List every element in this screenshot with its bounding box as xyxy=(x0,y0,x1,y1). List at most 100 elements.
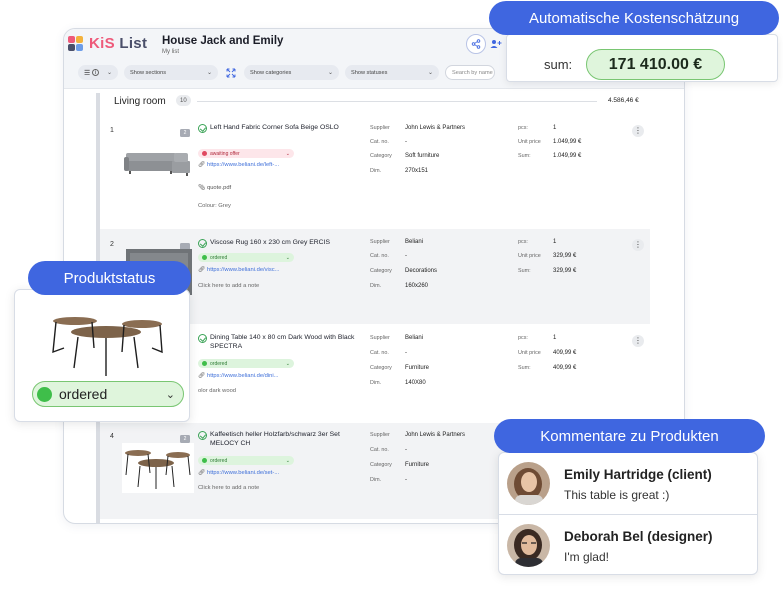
sum-label: sum: xyxy=(544,57,573,72)
supplier-value: John Lewis & Partners xyxy=(405,432,466,438)
product-link[interactable]: 🔗︎ https://www.beliani.de/set-... xyxy=(198,470,279,476)
product-name[interactable]: Left Hand Fabric Corner Sofa Beige OSLO xyxy=(198,124,358,133)
sum-value: 1.049,99 € xyxy=(553,153,582,159)
item-number: 2 xyxy=(110,241,114,248)
dim-value: - xyxy=(405,477,407,483)
logo: KiS List xyxy=(68,35,147,52)
item-note[interactable]: Colour: Grey xyxy=(198,203,231,209)
product-name-text: Dining Table 140 x 80 cm Dark Wood with … xyxy=(210,334,355,350)
product-status-dropdown[interactable]: ordered ⌄ xyxy=(32,381,184,407)
comment-item[interactable]: Deborah Bel (designer) I'm glad! xyxy=(499,514,757,574)
more-options-button[interactable]: ⋮ xyxy=(632,335,644,347)
item-note[interactable]: olor dark wood xyxy=(198,388,236,394)
logo-icon xyxy=(68,35,84,52)
pcs-label: pcs: xyxy=(518,335,528,341)
supplier-label: Supplier xyxy=(370,125,390,131)
sections-filter[interactable]: Show sections ⌄ xyxy=(124,65,218,80)
supplier-value: Beliani xyxy=(405,335,424,341)
cat-no-label: Cat. no. xyxy=(370,253,389,259)
product-status-badge: Produktstatus xyxy=(28,261,191,295)
dim-label: Dim. xyxy=(370,283,382,289)
sum-label: Sum: xyxy=(518,365,531,371)
divider xyxy=(197,101,597,102)
more-vert-icon: ⋮ xyxy=(634,336,642,345)
link-icon: 🔗︎ xyxy=(198,162,206,168)
view-toggle[interactable]: ☰ i ⌄ xyxy=(78,65,118,80)
more-options-button[interactable]: ⋮ xyxy=(632,125,644,137)
chevron-down-icon: ⌄ xyxy=(206,70,212,76)
category-value: Furniture xyxy=(405,462,430,468)
more-vert-icon: ⋮ xyxy=(634,126,642,135)
avatar-deborah-icon xyxy=(507,524,550,567)
comment-text: I'm glad! xyxy=(564,550,609,564)
chevron-down-icon: ⌄ xyxy=(285,360,290,367)
category-value: Soft furniture xyxy=(405,153,440,159)
category-value: Furniture xyxy=(405,365,430,371)
search-input[interactable]: Search by name xyxy=(445,65,495,80)
status-dropdown[interactable]: awaiting offer ⌄ xyxy=(198,149,294,158)
link-icon: 🔗︎ xyxy=(198,470,206,476)
unit-price-label: Unit price xyxy=(518,350,541,356)
add-user-button[interactable] xyxy=(486,34,506,54)
product-status-card: ordered ⌄ xyxy=(14,289,190,422)
categories-filter[interactable]: Show categories ⌄ xyxy=(244,65,339,80)
unit-price-value: 409,99 € xyxy=(553,350,577,356)
product-name-text: Viscose Rug 160 x 230 cm Grey ERCIS xyxy=(210,239,331,246)
product-name-text: Left Hand Fabric Corner Sofa Beige OSLO xyxy=(210,124,339,131)
comment-author: Deborah Bel (designer) xyxy=(564,529,713,544)
status-dropdown[interactable]: ordered ⌄ xyxy=(198,456,294,465)
avatar xyxy=(507,462,550,505)
comment-count-badge[interactable]: 2 xyxy=(180,435,190,443)
status-dropdown[interactable]: ordered ⌄ xyxy=(198,359,294,368)
chevron-down-icon: ⌄ xyxy=(106,70,112,76)
dim-value: 140X80 xyxy=(405,380,426,386)
dim-label: Dim. xyxy=(370,168,382,174)
search-placeholder: Search by name xyxy=(452,69,493,76)
item-note[interactable]: Click here to add a note xyxy=(198,485,259,491)
status-label: ordered xyxy=(210,457,228,464)
info-icon: i xyxy=(92,69,100,76)
status-dot-icon xyxy=(202,254,207,260)
more-options-button[interactable]: ⋮ xyxy=(632,239,644,251)
product-link[interactable]: 🔗︎ https://www.beliani.de/dini... xyxy=(198,373,279,379)
chevron-down-icon: ⌄ xyxy=(285,150,290,157)
product-name[interactable]: Dining Table 140 x 80 cm Dark Wood with … xyxy=(198,334,358,351)
item-note[interactable]: Click here to add a note xyxy=(198,283,259,289)
statuses-filter[interactable]: Show statuses ⌄ xyxy=(345,65,439,80)
share-button[interactable] xyxy=(466,34,486,54)
categories-filter-label: Show categories xyxy=(250,69,292,76)
product-link-text: https://www.beliani.de/left-... xyxy=(206,162,280,168)
cat-no-value: - xyxy=(405,139,407,145)
product-link-text: https://www.beliani.de/dini... xyxy=(206,373,279,379)
attachment-name: quote.pdf xyxy=(206,185,232,191)
status-dropdown[interactable]: ordered ⌄ xyxy=(198,253,294,262)
page-title: House Jack and Emily xyxy=(162,35,284,47)
dim-label: Dim. xyxy=(370,380,382,386)
status-dot-icon xyxy=(202,457,207,463)
list-icon: ☰ xyxy=(84,69,91,77)
dim-value: 160x260 xyxy=(405,283,429,289)
chevron-down-icon: ⌄ xyxy=(285,457,290,464)
comment-item[interactable]: Emily Hartridge (client) This table is g… xyxy=(499,453,757,513)
check-circle-icon xyxy=(198,334,207,343)
status-label: ordered xyxy=(210,254,228,261)
product-link[interactable]: 🔗︎ https://www.beliani.de/visc... xyxy=(198,267,279,273)
avatar-emily-icon xyxy=(507,462,550,505)
pcs-value: 1 xyxy=(553,239,557,245)
product-name[interactable]: Viscose Rug 160 x 230 cm Grey ERCIS xyxy=(198,239,358,248)
product-link-text: https://www.beliani.de/set-... xyxy=(206,470,280,476)
product-link[interactable]: 🔗︎ https://www.beliani.de/left-... xyxy=(198,162,279,168)
list-item[interactable]: 1 2 Left Hand Fabric Corner Sofa Beige O… xyxy=(100,117,650,227)
attachment[interactable]: 📎︎ quote.pdf xyxy=(198,185,231,191)
unit-price-label: Unit price xyxy=(518,139,541,145)
product-image xyxy=(122,443,194,493)
unit-price-label: Unit price xyxy=(518,253,541,259)
product-name[interactable]: Kaffeetisch heller Holzfarb/schwarz 3er … xyxy=(198,431,358,448)
pcs-value: 1 xyxy=(553,335,557,341)
comment-count-badge[interactable]: 2 xyxy=(180,129,190,137)
pcs-label: pcs: xyxy=(518,239,528,245)
share-icon xyxy=(471,39,481,49)
status-dot-icon xyxy=(202,360,207,366)
logo-text: KiS List xyxy=(89,35,148,52)
expand-button[interactable] xyxy=(224,66,238,80)
